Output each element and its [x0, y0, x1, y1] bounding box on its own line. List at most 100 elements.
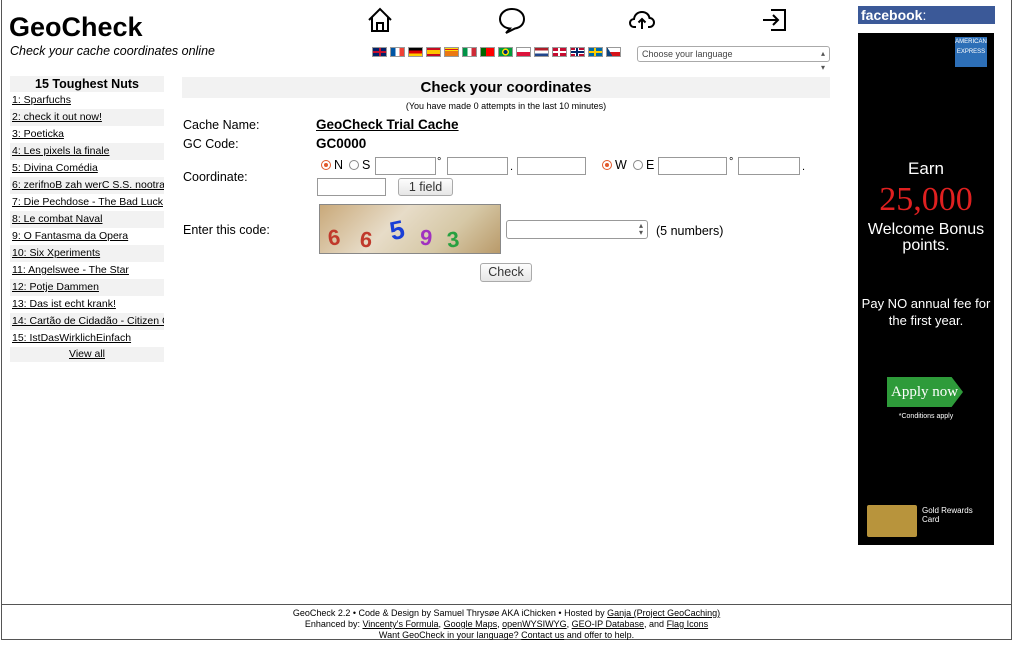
one-field-button[interactable]: 1 field: [398, 178, 453, 196]
sidebar-item[interactable]: 6: zerifnoB zah werC S.S. nootraC: [10, 177, 164, 194]
sidebar-title: 15 Toughest Nuts: [10, 76, 164, 92]
speech-bubble-icon[interactable]: [496, 4, 528, 36]
language-flags: [372, 47, 621, 57]
decimal-dot: .: [510, 161, 514, 173]
lat-minutes-input[interactable]: [447, 157, 508, 175]
flag-se-icon[interactable]: [588, 47, 603, 57]
south-label: S: [362, 158, 371, 172]
decimal-dot: .: [802, 161, 806, 173]
cache-name-label: Cache Name:: [183, 118, 260, 132]
flag-es-icon[interactable]: [426, 47, 441, 57]
flag-gb-icon[interactable]: [372, 47, 387, 57]
ad-earn: Earn: [908, 159, 944, 178]
captcha-code-input[interactable]: ▴ ▾: [506, 220, 648, 239]
enter-code-label: Enter this code:: [183, 223, 270, 237]
gc-code-value: GC0000: [316, 136, 367, 151]
footer-offer: and offer to help.: [564, 630, 635, 640]
flag-pt-icon[interactable]: [480, 47, 495, 57]
language-select[interactable]: Choose your language ▴ ▾: [637, 46, 830, 72]
advertisement[interactable]: AMERICAN EXPRESS Earn 25,000 Welcome Bon…: [858, 33, 994, 545]
contact-link[interactable]: Contact us: [521, 630, 564, 640]
ad-card-label: Gold Rewards Card: [922, 506, 973, 524]
footer: GeoCheck 2.2 • Code & Design by Samuel T…: [1, 604, 1012, 640]
captcha-digit: 3: [445, 226, 461, 253]
ad-amount: 25,000: [879, 181, 973, 218]
sidebar-item[interactable]: 10: Six Xperiments: [10, 245, 164, 262]
footer-line-2: Enhanced by: Vincenty's Formula, Google …: [304, 619, 709, 629]
flag-no-icon[interactable]: [570, 47, 585, 57]
flag-it-icon[interactable]: [462, 47, 477, 57]
north-label: N: [334, 158, 344, 172]
footer-credits: GeoCheck 2.2 • Code & Design by Samuel T…: [292, 608, 608, 618]
top-navigation: [360, 4, 800, 36]
ad-welcome: Welcome Bonus points.: [867, 221, 985, 254]
flag-catalan-icon[interactable]: [444, 47, 459, 57]
footer-enhanced-by: Enhanced by:: [304, 619, 363, 629]
login-icon[interactable]: [758, 4, 790, 36]
view-all-link[interactable]: View all: [10, 347, 164, 362]
site-title[interactable]: GeoCheck: [9, 12, 143, 43]
flag-nl-icon[interactable]: [534, 47, 549, 57]
sidebar-item[interactable]: 11: Angelswee - The Star: [10, 262, 164, 279]
lat-decimals-input[interactable]: [517, 157, 586, 175]
google-maps-link[interactable]: Google Maps: [444, 619, 498, 629]
spinner-arrows-icon: ▴ ▾: [638, 221, 643, 237]
cache-name-link[interactable]: GeoCheck Trial Cache: [316, 117, 459, 132]
facebook-link[interactable]: facebook: GeoCheck: [858, 6, 995, 41]
west-label: W: [615, 158, 627, 172]
amex-logo: AMERICAN EXPRESS: [955, 37, 987, 67]
home-icon[interactable]: [364, 4, 396, 36]
footer-line-1: GeoCheck 2.2 • Code & Design by Samuel T…: [1, 608, 1012, 619]
flag-cz-icon[interactable]: [606, 47, 621, 57]
site-subtitle: Check your cache coordinates online: [10, 44, 215, 58]
sidebar-item[interactable]: 5: Divina Comédia: [10, 160, 164, 177]
flag-icons-link[interactable]: Flag Icons: [667, 619, 709, 629]
sidebar-item[interactable]: 1: Sparfuchs: [10, 92, 164, 109]
flag-br-icon[interactable]: [498, 47, 513, 57]
captcha-digit: 6: [358, 226, 374, 253]
degree-symbol: °: [729, 156, 734, 168]
cloud-upload-icon[interactable]: [626, 4, 658, 36]
sidebar-item[interactable]: 15: IstDasWirklichEinfach: [10, 330, 164, 347]
sidebar-item[interactable]: 9: O Fantasma da Opera: [10, 228, 164, 245]
south-radio[interactable]: [349, 160, 359, 170]
flag-dk-icon[interactable]: [552, 47, 567, 57]
attempts-notice: (You have made 0 attempts in the last 10…: [405, 101, 607, 111]
footer-line-3: Want GeoCheck in your language? Contact …: [1, 630, 1012, 641]
page-heading: Check your coordinates: [182, 77, 830, 98]
flag-pl-icon[interactable]: [516, 47, 531, 57]
sidebar-item[interactable]: 3: Poeticka: [10, 126, 164, 143]
toughest-nuts-sidebar: 15 Toughest Nuts 1: Sparfuchs 2: check i…: [10, 76, 164, 362]
captcha-digit: 6: [326, 224, 342, 251]
host-link[interactable]: Ganja (Project GeoCaching): [607, 608, 720, 618]
geoip-link[interactable]: GEO-IP Database: [572, 619, 644, 629]
ad-apply-button[interactable]: Apply now: [887, 377, 963, 407]
sidebar-item[interactable]: 7: Die Pechdose - The Bad Luck: [10, 194, 164, 211]
degree-symbol: °: [437, 156, 442, 168]
sidebar-item[interactable]: 2: check it out now!: [10, 109, 164, 126]
lat-degrees-input[interactable]: [375, 157, 436, 175]
west-radio[interactable]: [602, 160, 612, 170]
sidebar-item[interactable]: 12: Potje Dammen: [10, 279, 164, 296]
lon-minutes-input[interactable]: [738, 157, 800, 175]
lon-decimals-input[interactable]: [317, 178, 386, 196]
gold-card-image: [867, 505, 917, 537]
vincenty-link[interactable]: Vincenty's Formula: [362, 619, 438, 629]
lon-degrees-input[interactable]: [658, 157, 727, 175]
captcha-digit: 5: [386, 213, 408, 247]
east-radio[interactable]: [633, 160, 643, 170]
openwysiwyg-link[interactable]: openWYSIWYG: [502, 619, 567, 629]
flag-de-icon[interactable]: [408, 47, 423, 57]
captcha-digit: 9: [418, 224, 434, 251]
sidebar-item[interactable]: 13: Das ist echt krank!: [10, 296, 164, 313]
select-arrows-icon: ▴ ▾: [820, 49, 825, 72]
check-button[interactable]: Check: [480, 263, 532, 282]
sidebar-item[interactable]: 8: Le combat Naval: [10, 211, 164, 228]
north-radio[interactable]: [321, 160, 331, 170]
sidebar-item[interactable]: 14: Cartão de Cidadão - Citizen C: [10, 313, 164, 330]
captcha-image: 6 6 5 9 3: [319, 204, 501, 254]
sidebar-item[interactable]: 4: Les pixels la finale: [10, 143, 164, 160]
flag-fr-icon[interactable]: [390, 47, 405, 57]
code-hint: (5 numbers): [656, 224, 724, 238]
east-label: E: [646, 158, 655, 172]
